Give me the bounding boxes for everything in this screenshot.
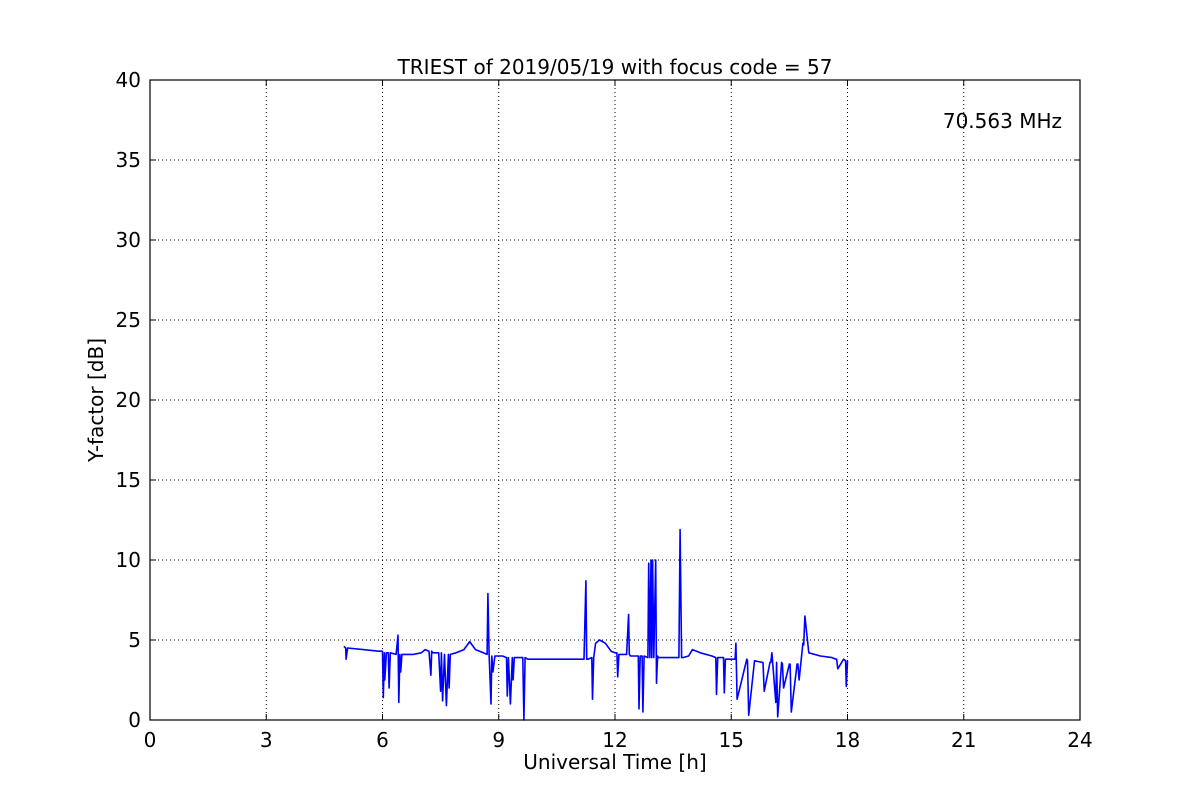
x-tick-label: 0 — [144, 728, 157, 752]
y-tick-label: 40 — [116, 68, 141, 92]
x-tick-label: 18 — [835, 728, 860, 752]
x-tick-label: 21 — [951, 728, 976, 752]
chart: TRIEST of 2019/05/19 with focus code = 5… — [0, 0, 1200, 800]
y-tick-label: 0 — [128, 708, 141, 732]
x-axis-title: Universal Time [h] — [523, 750, 706, 774]
frequency-annotation: 70.563 MHz — [943, 109, 1062, 133]
x-tick-label: 9 — [492, 728, 505, 752]
y-tick-label: 10 — [116, 548, 141, 572]
x-tick-label: 6 — [376, 728, 389, 752]
y-tick-label: 5 — [128, 628, 141, 652]
x-tick-label: 15 — [719, 728, 744, 752]
y-axis-title: Y-factor [dB] — [84, 338, 108, 463]
y-tick-label: 15 — [116, 468, 141, 492]
y-tick-label: 30 — [116, 228, 141, 252]
x-tick-label: 12 — [602, 728, 627, 752]
y-tick-label: 20 — [116, 388, 141, 412]
y-tick-label: 35 — [116, 148, 141, 172]
chart-title: TRIEST of 2019/05/19 with focus code = 5… — [397, 55, 833, 79]
x-tick-label: 24 — [1067, 728, 1092, 752]
x-tick-label: 3 — [260, 728, 273, 752]
y-tick-label: 25 — [116, 308, 141, 332]
